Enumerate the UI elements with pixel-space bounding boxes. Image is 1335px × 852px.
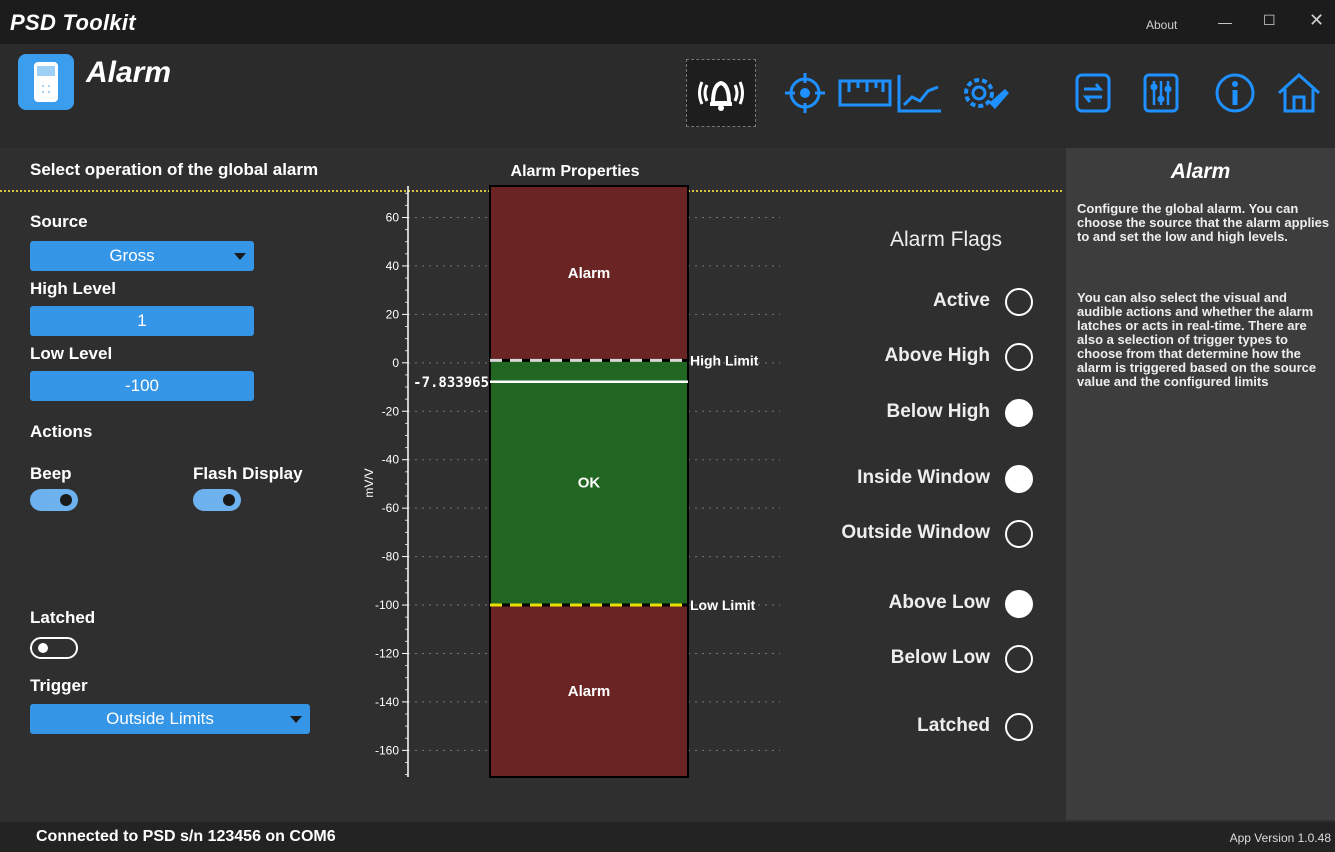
flag-indicator — [1005, 343, 1033, 371]
alarm-flags-panel: Alarm Flags Active Above High Below High In… — [810, 148, 1062, 820]
high-limit-label: High Limit — [690, 352, 759, 368]
settings-panel: Select operation of the global alarm Sou… — [0, 148, 340, 820]
flag-indicator — [1005, 645, 1033, 673]
flag-label: Above Low — [888, 592, 990, 613]
help-panel: Alarm Configure the global alarm. You ca… — [1066, 148, 1335, 820]
flag-label: Outside Window — [841, 522, 990, 543]
low-limit-label: Low Limit — [690, 597, 756, 613]
beep-label: Beep — [30, 464, 72, 483]
nav-alarm-button[interactable] — [686, 59, 756, 127]
minimize-button[interactable]: — — [1218, 14, 1232, 30]
toggle-knob — [38, 643, 48, 653]
flag-label: Inside Window — [857, 467, 990, 488]
toggle-knob — [60, 494, 72, 506]
flag-label: Active — [932, 290, 990, 311]
flag-indicator — [1005, 465, 1033, 493]
connection-status: Connected to PSD s/n 123456 on COM6 — [36, 828, 336, 845]
chart-title: Alarm Properties — [511, 163, 640, 180]
source-label: Source — [30, 212, 88, 231]
maximize-button[interactable]: ☐ — [1263, 12, 1276, 29]
trigger-label: Trigger — [30, 676, 88, 695]
title-bar: PSD Toolkit About — ☐ ✕ — [0, 0, 1335, 44]
chevron-down-icon — [290, 716, 302, 723]
app-title: PSD Toolkit — [10, 10, 136, 35]
about-button[interactable]: About — [1146, 18, 1177, 32]
status-bar: Connected to PSD s/n 123456 on COM6 App … — [0, 822, 1335, 852]
nav-home-button[interactable] — [1264, 59, 1334, 127]
alarm-flags-title: Alarm Flags — [890, 228, 1003, 251]
actions-label: Actions — [30, 422, 93, 441]
y-tick-label: 40 — [386, 259, 400, 273]
beep-toggle[interactable] — [30, 489, 78, 511]
y-tick-label: -100 — [375, 598, 399, 612]
lower-zone-label: Alarm — [568, 683, 611, 700]
y-tick-label: -80 — [382, 550, 400, 564]
chevron-down-icon — [234, 253, 246, 260]
low-level-input[interactable]: -100 — [30, 371, 254, 401]
target-icon — [785, 73, 825, 113]
help-title: Alarm — [1170, 160, 1231, 183]
flag-indicator — [1005, 288, 1033, 316]
help-paragraph: You can also select the visual and audib… — [1077, 290, 1317, 389]
flash-display-toggle[interactable] — [193, 489, 241, 511]
flash-display-label: Flash Display — [193, 464, 303, 483]
y-tick-label: -60 — [382, 501, 400, 515]
y-axis-label: mV/V — [362, 468, 376, 497]
high-level-input[interactable]: 1 — [30, 306, 254, 336]
nav-settings-button[interactable] — [950, 59, 1020, 127]
device-icon — [18, 54, 74, 110]
y-tick-label: 20 — [386, 307, 400, 321]
alarm-bell-icon — [698, 80, 744, 111]
y-tick-label: 0 — [392, 356, 399, 370]
flag-indicator — [1005, 713, 1033, 741]
source-dropdown[interactable]: Gross — [30, 241, 254, 271]
low-level-label: Low Level — [30, 344, 113, 363]
flag-indicator — [1005, 399, 1033, 427]
app-version: App Version 1.0.48 — [1229, 831, 1331, 845]
latched-toggle[interactable] — [30, 637, 78, 659]
info-icon — [1215, 73, 1255, 113]
y-tick-label: -160 — [375, 743, 399, 757]
nav-chart-button[interactable] — [885, 59, 955, 127]
chart-canvas: Alarm Properties 60 40 20 0 -20 -40 -60 -80 -100… — [362, 163, 780, 778]
y-tick-label: -120 — [375, 646, 399, 660]
file-transfer-icon — [1075, 73, 1111, 113]
nav-file-transfer-button[interactable] — [1058, 59, 1128, 127]
flag-label: Below High — [886, 401, 990, 422]
flag-label: Above High — [884, 345, 990, 366]
high-level-label: High Level — [30, 279, 116, 298]
y-tick-label: -20 — [382, 404, 400, 418]
y-tick-label: -140 — [375, 695, 399, 709]
header: Alarm — [0, 44, 1335, 192]
source-value: Gross — [109, 246, 155, 265]
gear-wrench-icon — [964, 78, 1009, 109]
upper-zone-label: Alarm — [568, 265, 611, 282]
current-value-label: -7.833965 — [413, 375, 489, 391]
trigger-dropdown[interactable]: Outside Limits — [30, 704, 310, 734]
sliders-icon — [1143, 73, 1179, 113]
close-button[interactable]: ✕ — [1309, 10, 1324, 31]
y-tick-label: 60 — [386, 210, 400, 224]
flag-label: Below Low — [890, 647, 990, 668]
flag-indicator — [1005, 590, 1033, 618]
y-tick-label: -40 — [382, 453, 400, 467]
flag-label: Latched — [917, 715, 990, 736]
panel-heading: Select operation of the global alarm — [30, 160, 319, 179]
trigger-value: Outside Limits — [106, 709, 214, 728]
chart-line-icon — [897, 75, 941, 113]
flag-indicator — [1005, 520, 1033, 548]
alarm-properties-chart: Alarm Properties 60 40 20 0 -20 -40 -60 -80 -100… — [340, 148, 810, 820]
home-icon — [1277, 72, 1321, 113]
middle-zone-label: OK — [578, 475, 601, 492]
nav-info-button[interactable] — [1200, 59, 1270, 127]
page-title: Alarm — [86, 56, 172, 89]
latched-label: Latched — [30, 608, 96, 627]
toggle-knob — [223, 494, 235, 506]
help-paragraph: Configure the global alarm. You can choo… — [1077, 201, 1330, 244]
nav-sliders-button[interactable] — [1126, 59, 1196, 127]
